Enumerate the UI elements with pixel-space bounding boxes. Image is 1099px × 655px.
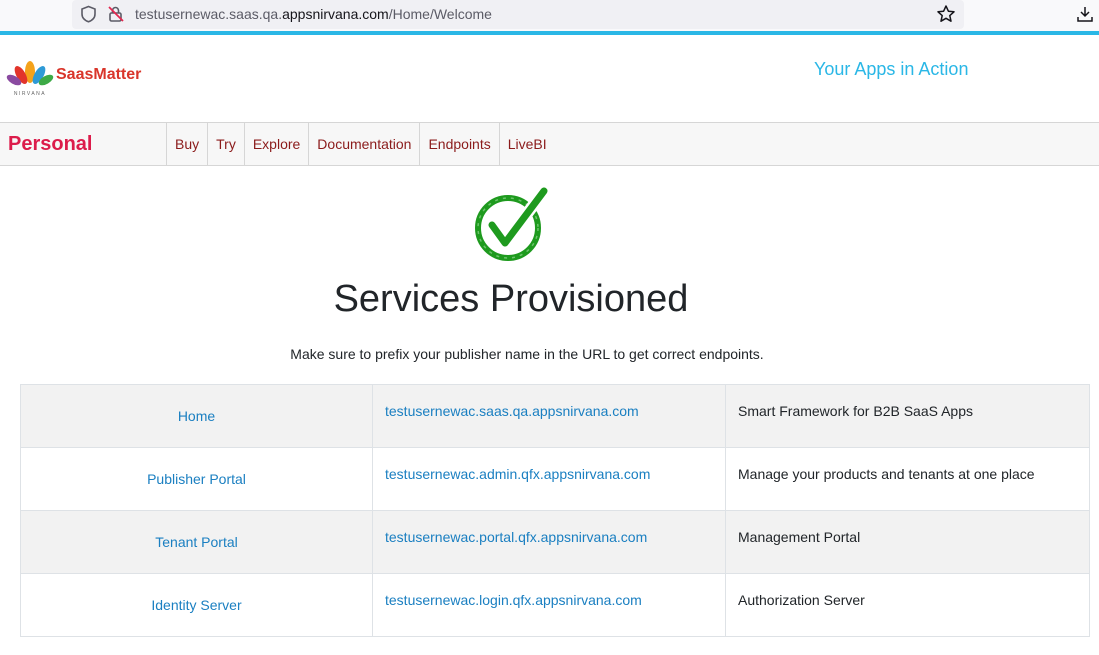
service-description: Authorization Server bbox=[725, 573, 1090, 637]
service-url-link[interactable]: testusernewac.admin.qfx.appsnirvana.com bbox=[385, 466, 650, 482]
service-url-cell: testusernewac.admin.qfx.appsnirvana.com bbox=[372, 447, 726, 511]
service-url-link[interactable]: testusernewac.saas.qa.appsnirvana.com bbox=[385, 403, 639, 419]
service-url-cell: testusernewac.portal.qfx.appsnirvana.com bbox=[372, 510, 726, 574]
service-url-cell: testusernewac.saas.qa.appsnirvana.com bbox=[372, 384, 726, 448]
logo-text[interactable]: SaasMatter bbox=[56, 66, 141, 84]
url-text[interactable]: testusernewac.saas.qa.appsnirvana.com/Ho… bbox=[135, 6, 492, 22]
service-name-cell: Publisher Portal bbox=[20, 447, 373, 511]
saasmatter-logo-icon[interactable]: NIRVANA bbox=[4, 57, 56, 97]
save-to-pocket-icon[interactable] bbox=[1075, 4, 1095, 24]
insecure-lock-icon[interactable] bbox=[107, 5, 125, 23]
nav-item-try[interactable]: Try bbox=[207, 123, 244, 165]
service-url-link[interactable]: testusernewac.login.qfx.appsnirvana.com bbox=[385, 592, 642, 608]
service-name-link[interactable]: Home bbox=[178, 408, 215, 424]
service-description: Manage your products and tenants at one … bbox=[725, 447, 1090, 511]
service-name-link[interactable]: Identity Server bbox=[151, 597, 241, 613]
bookmark-star-icon[interactable] bbox=[936, 4, 956, 24]
shield-icon[interactable] bbox=[80, 5, 97, 23]
services-table: Home testusernewac.saas.qa.appsnirvana.c… bbox=[20, 384, 1090, 637]
service-description: Management Portal bbox=[725, 510, 1090, 574]
nav-item-documentation[interactable]: Documentation bbox=[308, 123, 419, 165]
service-name-cell: Home bbox=[20, 384, 373, 448]
service-url-cell: testusernewac.login.qfx.appsnirvana.com bbox=[372, 573, 726, 637]
nav-menu: Buy Try Explore Documentation Endpoints … bbox=[166, 123, 555, 165]
success-checkmark-icon bbox=[475, 185, 548, 261]
service-url-link[interactable]: testusernewac.portal.qfx.appsnirvana.com bbox=[385, 529, 647, 545]
service-name-link[interactable]: Publisher Portal bbox=[147, 471, 246, 487]
tagline: Your Apps in Action bbox=[814, 59, 969, 79]
url-prefix: testusernewac.saas.qa. bbox=[135, 6, 283, 22]
nav-item-livebi[interactable]: LiveBI bbox=[498, 123, 555, 165]
service-description: Smart Framework for B2B SaaS Apps bbox=[725, 384, 1090, 448]
nav-item-buy[interactable]: Buy bbox=[166, 123, 207, 165]
url-host: appsnirvana.com bbox=[282, 6, 389, 22]
table-row: Identity Server testusernewac.login.qfx.… bbox=[20, 573, 1090, 637]
nav-item-endpoints[interactable]: Endpoints bbox=[419, 123, 498, 165]
header-accent-line bbox=[0, 31, 1099, 35]
page-title: Services Provisioned bbox=[333, 278, 689, 320]
url-path: /Home/Welcome bbox=[388, 6, 492, 22]
table-row: Publisher Portal testusernewac.admin.qfx… bbox=[20, 447, 1090, 511]
page-subtitle: Make sure to prefix your publisher name … bbox=[290, 346, 764, 362]
logo-subtext: NIRVANA bbox=[14, 91, 46, 97]
service-name-cell: Tenant Portal bbox=[20, 510, 373, 574]
navbar-brand[interactable]: Personal bbox=[8, 133, 92, 156]
browser-toolbar: testusernewac.saas.qa.appsnirvana.com/Ho… bbox=[0, 0, 1099, 31]
table-row: Tenant Portal testusernewac.portal.qfx.a… bbox=[20, 510, 1090, 574]
table-row: Home testusernewac.saas.qa.appsnirvana.c… bbox=[20, 384, 1090, 448]
service-name-link[interactable]: Tenant Portal bbox=[155, 534, 238, 550]
navbar: Personal Buy Try Explore Documentation E… bbox=[0, 122, 1099, 166]
service-name-cell: Identity Server bbox=[20, 573, 373, 637]
nav-item-explore[interactable]: Explore bbox=[243, 123, 308, 165]
